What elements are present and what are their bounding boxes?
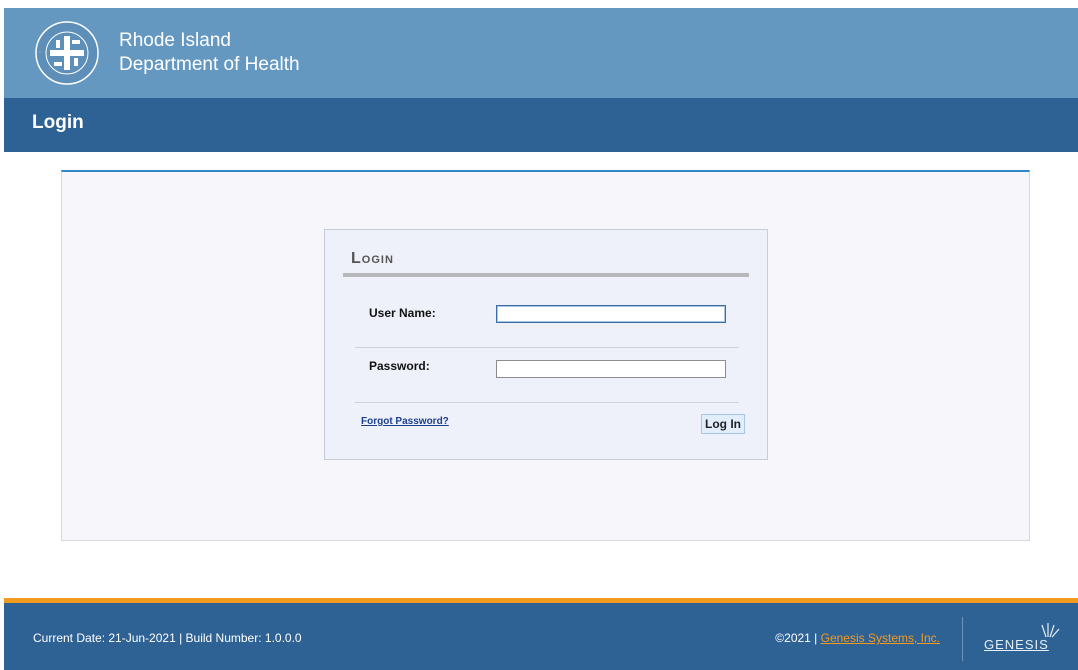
- footer: Current Date: 21-Jun-2021 | Build Number…: [4, 603, 1078, 670]
- login-form: Login User Name: Password: Forgot Passwo…: [324, 229, 768, 460]
- top-banner: · Rhode Island Department of Health: [4, 8, 1078, 98]
- agency-name-line2: Department of Health: [119, 54, 300, 75]
- vendor-link[interactable]: Genesis Systems, Inc.: [821, 631, 940, 645]
- row-divider: [355, 402, 739, 403]
- row-divider: [355, 347, 739, 348]
- sunburst-icon: [1041, 623, 1060, 638]
- page-title: Login: [32, 112, 84, 133]
- username-input[interactable]: [496, 305, 726, 323]
- ri-doh-seal-icon: ·: [35, 21, 99, 85]
- agency-name: Rhode Island Department of Health: [119, 29, 300, 77]
- copyright-notice: ©2021 | Genesis Systems, Inc.: [775, 631, 940, 645]
- password-label: Password:: [369, 359, 430, 373]
- username-label: User Name:: [369, 306, 436, 320]
- copyright-text: ©2021 |: [775, 631, 821, 645]
- heading-divider: [343, 273, 749, 277]
- login-button[interactable]: Log In: [701, 414, 745, 434]
- svg-text:·: ·: [37, 51, 44, 53]
- password-input[interactable]: [496, 360, 726, 378]
- footer-divider: [962, 617, 963, 661]
- vendor-logo-text: GENESIS: [984, 637, 1049, 652]
- vendor-logo: GENESIS: [980, 619, 1062, 659]
- build-status: Current Date: 21-Jun-2021 | Build Number…: [33, 631, 302, 645]
- agency-name-line1: Rhode Island: [119, 30, 231, 51]
- login-heading: Login: [351, 250, 394, 267]
- forgot-password-link[interactable]: Forgot Password?: [361, 416, 449, 427]
- content-panel: Login User Name: Password: Forgot Passwo…: [61, 170, 1030, 541]
- page-title-bar: Login: [4, 98, 1078, 152]
